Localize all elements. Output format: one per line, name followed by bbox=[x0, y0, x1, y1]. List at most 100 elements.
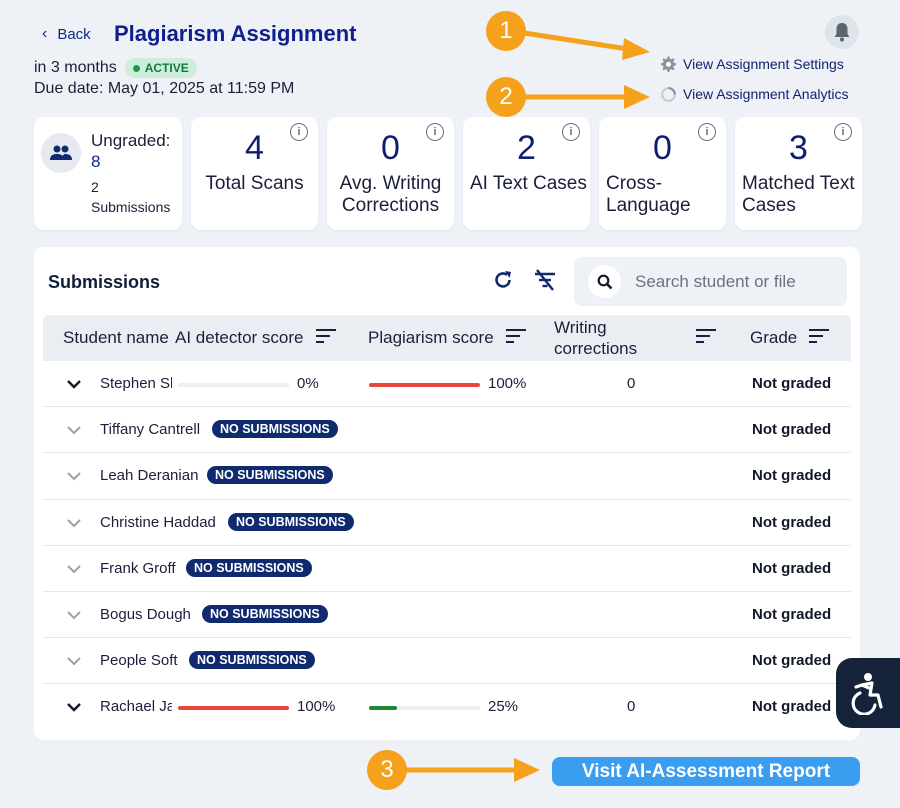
view-analytics-link[interactable]: View Assignment Analytics bbox=[660, 79, 849, 109]
chevron-down-icon bbox=[67, 422, 81, 438]
chevron-down-icon bbox=[67, 515, 81, 531]
due-date: Due date: May 01, 2025 at 11:59 PM bbox=[34, 80, 295, 97]
clear-filter-button[interactable] bbox=[533, 269, 557, 296]
ungraded-label: Ungraded: bbox=[91, 131, 171, 150]
stat-value: 0 bbox=[381, 129, 400, 167]
stat-label: AI Text Cases bbox=[470, 173, 587, 194]
chevron-down-icon[interactable] bbox=[67, 699, 81, 715]
stat-value: 4 bbox=[245, 129, 264, 167]
submissions-title: Submissions bbox=[48, 272, 161, 292]
back-link[interactable]: ‹ Back bbox=[42, 25, 91, 43]
col-grade-label: Grade bbox=[750, 328, 798, 347]
stat-label: Total Scans bbox=[205, 173, 304, 194]
stat-label: Matched Text Cases bbox=[742, 173, 855, 216]
submissions-count: 2 bbox=[91, 179, 99, 195]
col-writing[interactable]: Writing corrections bbox=[554, 315, 664, 361]
grade-value: Not graded bbox=[752, 513, 832, 531]
grade-value: Not graded bbox=[752, 652, 832, 670]
table-row[interactable]: Bogus Dough NO SUBMISSIONS Not graded bbox=[43, 592, 851, 639]
cross-language-card: i 0 Cross-Language bbox=[599, 117, 726, 230]
sort-icon[interactable] bbox=[505, 328, 526, 349]
col-grade[interactable]: Grade bbox=[750, 315, 830, 361]
refresh-button[interactable] bbox=[492, 269, 514, 296]
student-name: Leah Deranian bbox=[100, 467, 199, 485]
users-icon bbox=[41, 133, 81, 173]
stat-label: Cross-Language bbox=[606, 173, 691, 216]
student-name: Bogus Dough bbox=[100, 605, 191, 623]
callout-2: 2 bbox=[486, 77, 526, 117]
table-row[interactable]: Tiffany Cantrell NO SUBMISSIONS Not grad… bbox=[43, 407, 851, 454]
no-submissions-badge: NO SUBMISSIONS bbox=[212, 420, 338, 439]
table-row[interactable]: Stephen Sh 0% 100% 0 Not graded bbox=[43, 361, 851, 408]
table-row[interactable]: People Soft NO SUBMISSIONS Not graded bbox=[43, 638, 851, 685]
table-row[interactable]: Christine Haddad NO SUBMISSIONS Not grad… bbox=[43, 500, 851, 546]
sort-icon[interactable] bbox=[696, 328, 716, 349]
col-writing-sort bbox=[684, 315, 716, 361]
col-plagiarism[interactable]: Plagiarism score bbox=[368, 315, 526, 361]
table-row[interactable]: Frank Groff NO SUBMISSIONS Not graded bbox=[43, 546, 851, 592]
col-ai-score[interactable]: AI detector score bbox=[175, 315, 336, 361]
writing-corrections-value: 0 bbox=[627, 698, 636, 716]
loading-ring-icon bbox=[660, 86, 677, 103]
view-settings-label: View Assignment Settings bbox=[683, 56, 844, 72]
total-scans-card: i 4 Total Scans bbox=[191, 117, 318, 230]
table-header: Student name AI detector score Plagiaris… bbox=[43, 315, 851, 361]
table-row[interactable]: Leah Deranian NO SUBMISSIONS Not graded bbox=[43, 453, 851, 500]
ai-score-value: 0% bbox=[297, 375, 319, 392]
ai-score-bar bbox=[178, 383, 289, 387]
col-writing-label: Writing corrections bbox=[554, 318, 638, 358]
student-name: Tiffany Cantrell bbox=[100, 421, 201, 439]
chevron-down-icon bbox=[67, 607, 81, 623]
relative-time: in 3 months bbox=[34, 59, 117, 76]
table-row[interactable]: Rachael Jac 100% 25% 0 Not graded bbox=[43, 684, 851, 730]
no-submissions-badge: NO SUBMISSIONS bbox=[189, 651, 315, 670]
stat-label: Avg. Writing Corrections bbox=[339, 173, 442, 216]
grade-value: Not graded bbox=[752, 559, 832, 577]
stat-value: 3 bbox=[789, 129, 808, 167]
grade-value: Not graded bbox=[752, 605, 832, 623]
filter-off-icon bbox=[535, 269, 555, 291]
ai-score-value: 100% bbox=[297, 698, 336, 716]
matched-text-card: i 3 Matched Text Cases bbox=[735, 117, 862, 230]
no-submissions-badge: NO SUBMISSIONS bbox=[228, 512, 354, 531]
chevron-down-icon bbox=[67, 468, 81, 484]
chevron-down-icon[interactable] bbox=[67, 376, 81, 392]
table-body: Stephen Sh 0% 100% 0 Not graded Tiffany … bbox=[43, 361, 851, 731]
student-name: Christine Haddad bbox=[100, 513, 216, 531]
sort-icon[interactable] bbox=[315, 328, 336, 349]
plagiarism-bar bbox=[369, 383, 480, 387]
visit-report-button[interactable]: Visit AI-Assessment Report bbox=[552, 757, 860, 786]
assignment-timing: in 3 months ACTIVE bbox=[34, 58, 197, 78]
plagiarism-bar bbox=[369, 706, 480, 711]
grade-value: Not graded bbox=[752, 467, 832, 485]
search-input[interactable] bbox=[635, 271, 835, 292]
no-submissions-badge: NO SUBMISSIONS bbox=[207, 466, 333, 485]
student-name: Stephen Sh bbox=[100, 375, 172, 392]
back-label: Back bbox=[57, 25, 91, 43]
callout-3: 3 bbox=[367, 750, 407, 790]
grade-value: Not graded bbox=[752, 421, 832, 439]
sort-icon[interactable] bbox=[809, 328, 830, 349]
view-analytics-label: View Assignment Analytics bbox=[683, 86, 849, 102]
ai-score-fill bbox=[178, 706, 289, 711]
plagiarism-fill bbox=[369, 383, 480, 387]
plagiarism-value: 25% bbox=[488, 698, 519, 716]
chevron-down-icon bbox=[67, 653, 81, 669]
accessibility-button[interactable] bbox=[836, 658, 900, 728]
no-submissions-badge: NO SUBMISSIONS bbox=[186, 558, 312, 577]
student-name: Frank Groff bbox=[100, 559, 176, 577]
plagiarism-fill bbox=[369, 706, 397, 711]
page-title: Plagiarism Assignment bbox=[114, 21, 357, 46]
refresh-icon bbox=[495, 271, 511, 288]
ai-text-cases-card: i 2 AI Text Cases bbox=[463, 117, 590, 230]
stat-value: 0 bbox=[653, 129, 672, 167]
ungraded-value: 8 bbox=[91, 152, 101, 171]
col-student[interactable]: Student name bbox=[63, 315, 169, 361]
search-icon bbox=[588, 265, 621, 298]
search-box[interactable] bbox=[574, 257, 847, 306]
status-dot-icon bbox=[132, 64, 140, 72]
view-settings-link[interactable]: View Assignment Settings bbox=[660, 49, 849, 79]
col-ai-label: AI detector score bbox=[175, 328, 304, 347]
notification-button[interactable] bbox=[825, 15, 859, 49]
col-student-label: Student name bbox=[63, 328, 169, 347]
